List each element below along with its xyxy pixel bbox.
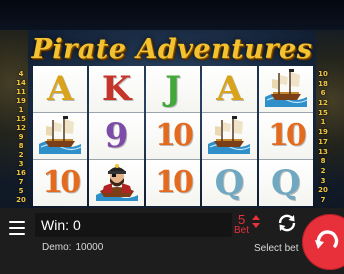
symbol-j: J [164,69,182,109]
pirate-captain-icon [94,161,140,205]
pirate-ship-icon [37,114,83,158]
payline-number: 2 [18,151,24,159]
payline-number: 17 [318,137,328,146]
symbol-10: 10 [155,118,194,153]
payline-number: 7 [18,178,24,186]
reel-cell: A [202,66,257,112]
payline-number: 16 [16,169,26,177]
refresh-arrows-icon[interactable] [276,212,298,234]
payline-number: 3 [320,176,326,185]
reel-cell: 10 [33,160,88,206]
payline-number: 15 [318,108,328,117]
spin-button[interactable] [302,214,344,270]
bet-stepper-arrows[interactable] [252,215,260,233]
payline-number: 9 [18,133,24,141]
reel-5: 10 Q [258,66,314,206]
payline-number: 7 [320,195,326,204]
reel-cell [89,160,144,206]
payline-number: 13 [318,147,328,156]
payline-number: 12 [318,99,328,108]
control-bar: Win: 0 Demo: 10000 5 Bet Select bet [0,208,344,274]
payline-number: 12 [16,124,26,132]
reel-cell: A [33,66,88,112]
reel-cell: J [145,66,201,112]
reel-2: K9 [89,66,144,206]
payline-number: 15 [16,115,26,123]
spin-arrow-icon [315,230,339,249]
reels-grid: A 10 K 9 J 10 10 A Q 10 Q [33,66,314,206]
payline-number: 19 [318,128,328,137]
payline-number: 1 [320,118,326,127]
reel-cell [202,113,257,159]
symbol-10: 10 [155,165,194,200]
demo-value: 10000 [75,242,104,253]
reel-cell [33,113,88,159]
symbol-q: Q [271,163,301,203]
top-strip [0,0,344,30]
reel-cell: K [89,66,144,112]
reel-cell [258,66,314,112]
bet-increase-icon[interactable] [252,215,260,220]
win-display: Win: 0 [35,213,232,237]
payline-numbers-right: 10 18 6 12 15 1 19 17 13 8 2 3 20 7 [314,70,332,204]
payline-number: 6 [320,89,326,98]
payline-number: 1 [18,106,24,114]
reel-4: A Q [202,66,257,206]
payline-number: 10 [318,70,328,78]
symbol-10: 10 [42,165,81,200]
payline-number: 20 [318,186,328,195]
win-value: 0 [73,217,81,233]
reel-cell: 10 [258,113,314,159]
reel-1: A 10 [33,66,88,206]
bet-selector[interactable]: 5 Bet [232,212,266,238]
payline-numbers-left: 4 14 11 19 1 15 12 9 8 2 3 16 7 5 20 [12,70,30,204]
reel-cell: Q [202,160,257,206]
symbol-a: A [47,69,74,109]
win-label: Win: [41,217,69,233]
reel-cell: 10 [145,113,201,159]
select-bet-label[interactable]: Select bet [254,243,298,254]
reel-cell: 9 [89,113,144,159]
hamburger-menu-icon[interactable] [9,221,25,235]
payline-number: 14 [16,79,26,87]
payline-number: 20 [16,196,26,204]
bet-label: Bet [234,225,250,236]
bet-decrease-icon[interactable] [252,223,260,228]
pirate-ship-icon [206,114,252,158]
payline-number: 19 [16,97,26,105]
pirate-ship-icon [263,67,309,111]
symbol-9: 9 [104,116,129,156]
reel-cell: 10 [145,160,201,206]
game-title-logo: Pirate Adventures [31,34,313,65]
payline-number: 3 [18,160,24,168]
reel-cell: Q [258,160,314,206]
symbol-a: A [216,69,243,109]
symbol-k: K [101,69,132,109]
payline-number: 18 [318,79,328,88]
symbol-10: 10 [267,118,307,153]
payline-number: 8 [320,157,326,166]
payline-number: 5 [18,187,24,195]
payline-number: 8 [18,142,24,150]
demo-balance: Demo: 10000 [42,242,103,253]
reel-3: J 10 10 [145,66,201,206]
demo-label: Demo: [42,242,72,253]
symbol-q: Q [214,163,245,203]
payline-number: 2 [320,166,326,175]
payline-number: 4 [18,70,24,78]
payline-number: 11 [16,88,26,96]
